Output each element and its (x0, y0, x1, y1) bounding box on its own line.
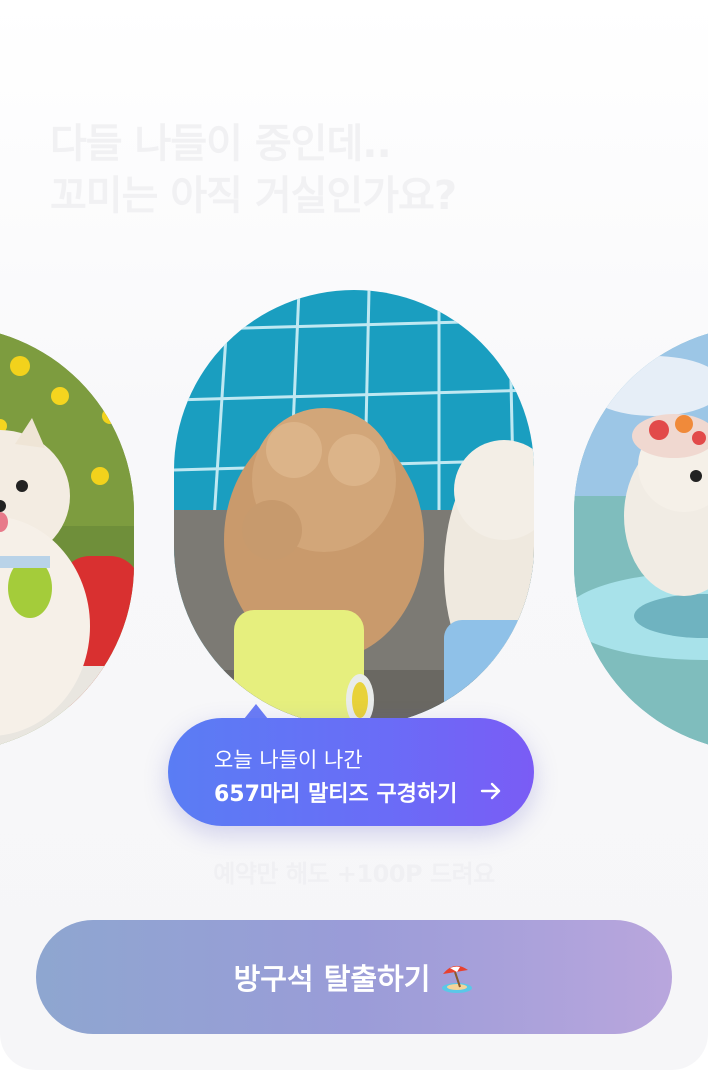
headline: 다들 나들이 중인데.. 꼬미는 아직 거실인가요? (50, 118, 457, 222)
maltese-in-sea-photo (574, 326, 708, 752)
bubble-pointer (244, 704, 268, 719)
arrow-right-icon (480, 782, 501, 800)
pomeranian-photo (0, 326, 134, 752)
beach-umbrella-icon (442, 965, 473, 993)
cta-label: 방구석 탈출하기 (233, 962, 431, 996)
photo-left-pomeranian[interactable] (0, 326, 134, 752)
poodles-by-pool-photo (174, 290, 534, 726)
maltese-browse-bubble[interactable]: 오늘 나들이 나간 657마리 말티즈 구경하기 (168, 718, 534, 826)
headline-line-2: 꼬미는 아직 거실인가요? (50, 173, 457, 219)
bubble-subtitle: 오늘 나들이 나간 (214, 748, 363, 772)
promo-card: 다들 나들이 중인데.. 꼬미는 아직 거실인가요? 오늘 나들이 나간 657… (0, 0, 708, 1070)
photo-right-maltese[interactable] (574, 326, 708, 752)
photo-center-poodles[interactable] (174, 290, 534, 726)
escape-room-button[interactable]: 방구석 탈출하기 (36, 920, 672, 1034)
headline-line-1: 다들 나들이 중인데.. (50, 121, 392, 167)
bubble-title: 657마리 말티즈 구경하기 (214, 782, 458, 807)
reward-hint: 예약만 해도 +100P 드려요 (213, 860, 495, 888)
